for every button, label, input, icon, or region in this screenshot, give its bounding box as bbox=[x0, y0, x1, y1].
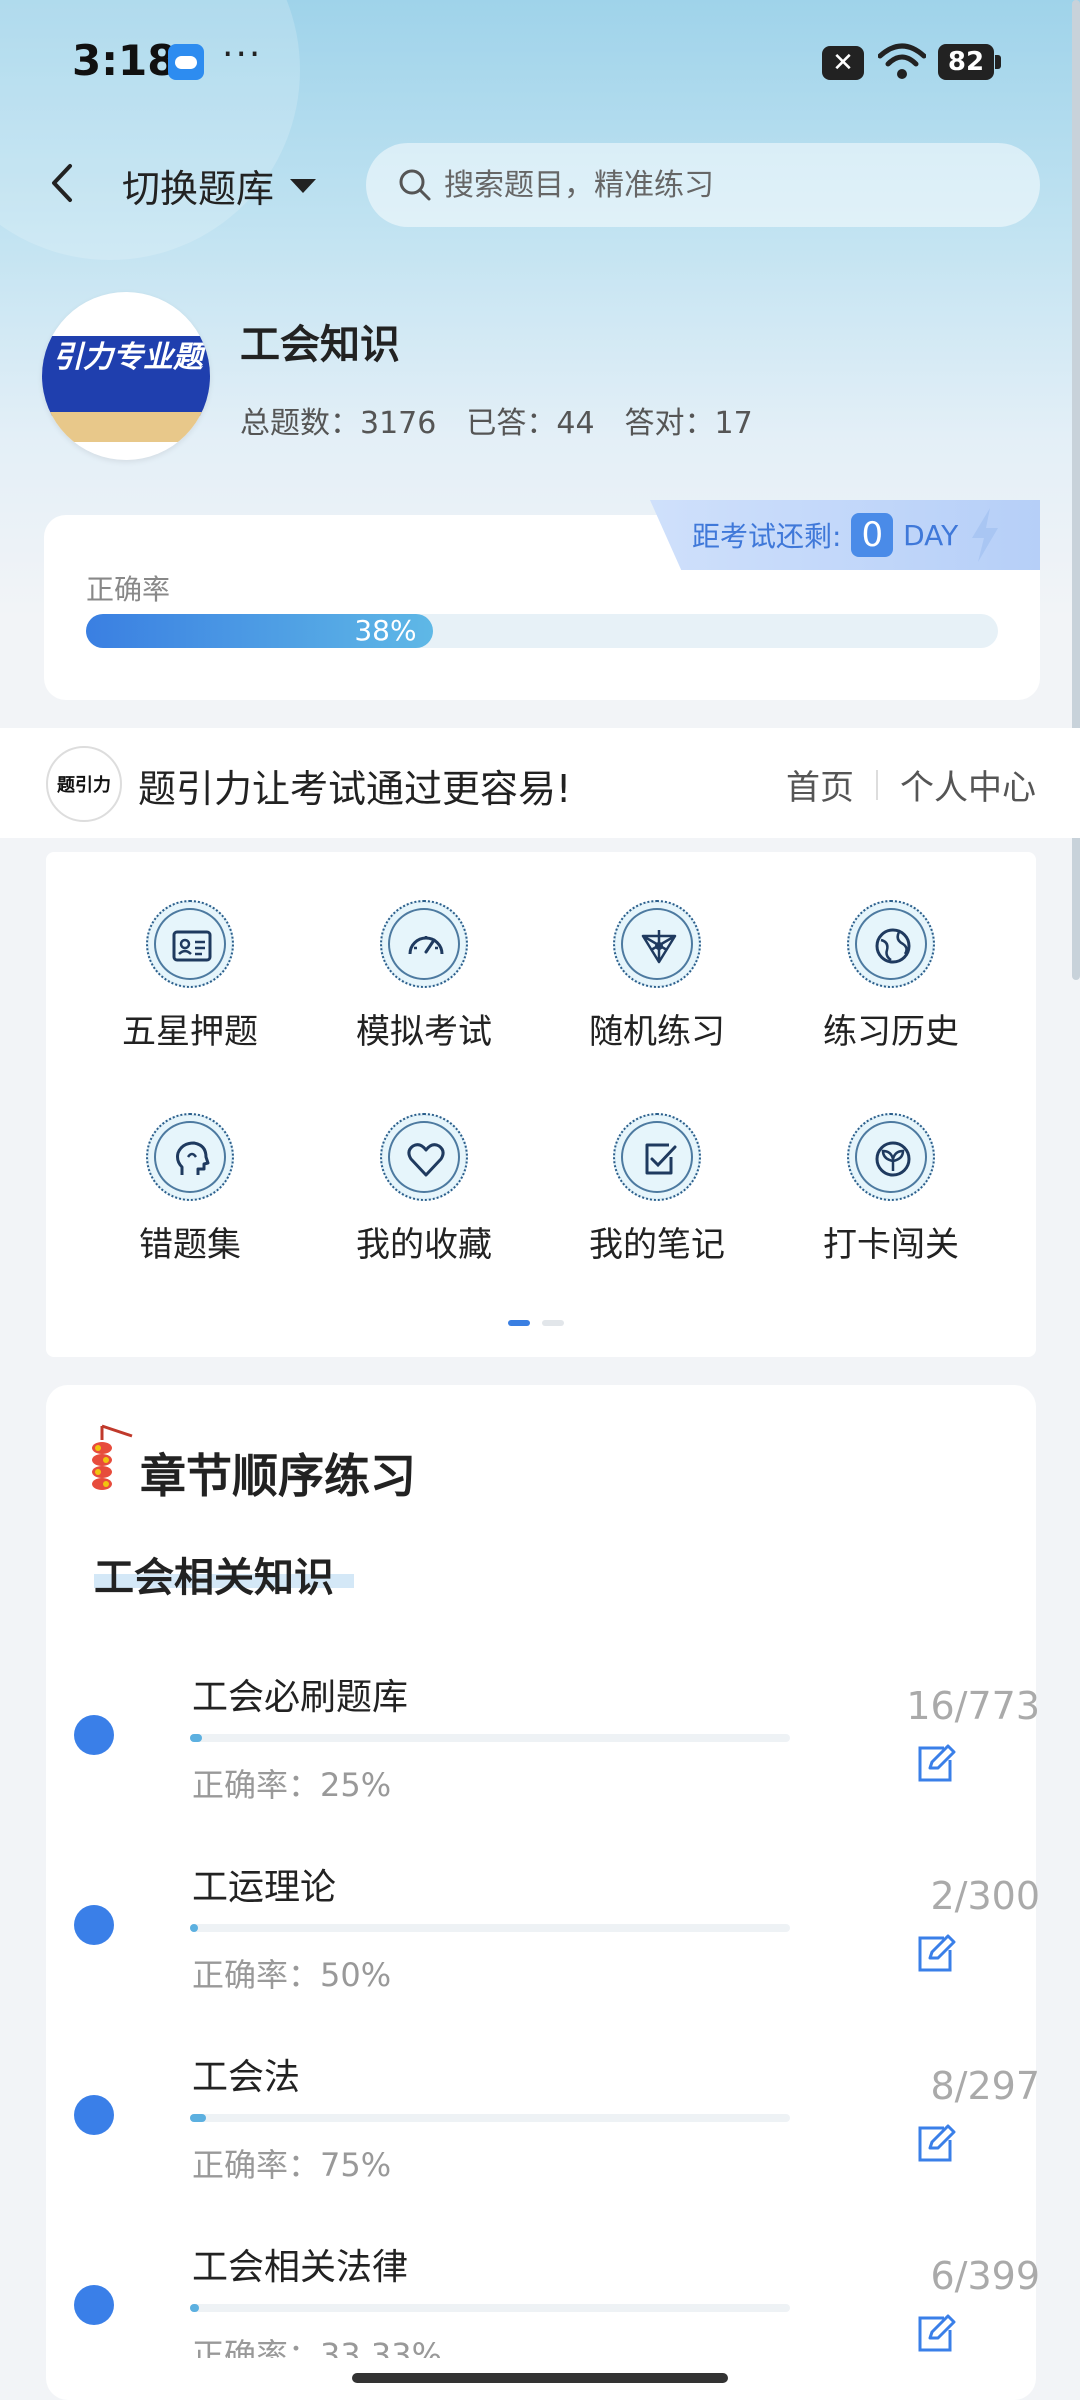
row-progress-track bbox=[190, 1924, 790, 1932]
row-count: 2/300 bbox=[930, 1874, 1040, 1918]
edit-icon[interactable] bbox=[914, 2312, 956, 2354]
profile-link[interactable]: 个人中心 bbox=[900, 760, 1036, 809]
row-bullet bbox=[74, 1905, 114, 1945]
switch-bank-label: 切换题库 bbox=[122, 167, 275, 211]
row-accuracy: 正确率：50% bbox=[192, 1956, 392, 1994]
row-title: 工会相关法律 bbox=[192, 2247, 409, 2288]
row-progress-fill bbox=[190, 1734, 203, 1742]
feature-notes[interactable]: 我的笔记 bbox=[557, 1113, 757, 1266]
page-indicator bbox=[508, 1320, 564, 1326]
row-accuracy: 正确率：75% bbox=[192, 2146, 392, 2184]
weather-icon bbox=[168, 44, 204, 80]
feature-random-practice[interactable]: 随机练习 bbox=[557, 900, 757, 1053]
row-accuracy: 正确率：25% bbox=[192, 1766, 392, 1804]
caret-down-icon bbox=[290, 178, 317, 193]
row-progress-track bbox=[190, 2304, 790, 2312]
promo-text: 题引力让考试通过更容易! bbox=[138, 767, 572, 811]
chapter-title: 章节顺序练习 bbox=[140, 1449, 416, 1503]
divider bbox=[876, 769, 878, 800]
switch-bank-button[interactable]: 切换题库 bbox=[122, 158, 317, 213]
globe-icon bbox=[875, 928, 911, 964]
row-title: 工会必刷题库 bbox=[192, 1677, 409, 1718]
answered-count: 已答：44 bbox=[466, 406, 595, 441]
promo-links: 首页 个人中心 bbox=[786, 760, 1036, 809]
feature-wrong-questions[interactable]: 错题集 bbox=[90, 1113, 290, 1266]
correct-count: 答对：17 bbox=[624, 406, 753, 441]
logo-text: 引力专业题 bbox=[53, 340, 203, 375]
back-arrow-icon[interactable] bbox=[40, 158, 90, 208]
feature-label: 模拟考试 bbox=[356, 1012, 492, 1052]
note-check-icon bbox=[645, 1143, 677, 1175]
section-title: 工会相关知识 bbox=[94, 1555, 334, 1601]
feature-favorites[interactable]: 我的收藏 bbox=[324, 1113, 524, 1266]
app-logo: 题引力 bbox=[46, 746, 122, 822]
promo-banner: 题引力 题引力让考试通过更容易! 首页 个人中心 bbox=[0, 728, 1080, 838]
network-icon bbox=[641, 930, 677, 964]
exam-countdown: 距考试还剩: 0 DAY bbox=[650, 500, 1040, 570]
page-dot bbox=[542, 1320, 564, 1326]
row-count: 16/773 bbox=[906, 1684, 1040, 1728]
close-notification-icon: ✕ bbox=[822, 46, 864, 80]
edit-icon[interactable] bbox=[914, 1932, 956, 1974]
leaf-icon bbox=[875, 1141, 911, 1177]
accuracy-bar: 38% bbox=[86, 614, 433, 648]
question-bank-logo: 引力专业题 bbox=[42, 292, 210, 460]
wifi-icon bbox=[878, 43, 926, 79]
heart-icon bbox=[407, 1143, 445, 1177]
home-indicator[interactable] bbox=[352, 2373, 728, 2383]
countdown-unit: DAY bbox=[903, 518, 959, 552]
edit-icon[interactable] bbox=[914, 2122, 956, 2164]
total-questions: 总题数：3176 bbox=[240, 406, 437, 441]
speedometer-icon bbox=[408, 936, 444, 955]
feature-label: 五星押题 bbox=[122, 1012, 258, 1052]
row-title: 工会法 bbox=[192, 2057, 301, 2098]
search-input[interactable] bbox=[444, 167, 1004, 203]
row-count: 8/297 bbox=[930, 2064, 1040, 2108]
feature-label: 练习历史 bbox=[823, 1012, 959, 1052]
row-bullet bbox=[74, 2285, 114, 2325]
feature-label: 我的笔记 bbox=[589, 1225, 725, 1265]
countdown-prefix: 距考试还剩: bbox=[692, 520, 842, 553]
status-bar: 3:18 ··· ✕ 82 bbox=[0, 0, 1080, 125]
id-card-icon bbox=[172, 930, 212, 962]
row-accuracy: 正确率：33.33% bbox=[192, 2336, 443, 2358]
firecracker-icon bbox=[92, 1424, 133, 1490]
feature-history[interactable]: 练习历史 bbox=[791, 900, 991, 1053]
row-progress-track bbox=[190, 1734, 790, 1742]
page-dot-active bbox=[508, 1320, 530, 1326]
feature-label: 随机练习 bbox=[589, 1012, 725, 1052]
accuracy-label: 正确率 bbox=[86, 573, 171, 606]
row-bullet bbox=[74, 2095, 114, 2135]
head-icon bbox=[176, 1141, 210, 1175]
row-bullet bbox=[74, 1715, 114, 1755]
battery-icon: 82 bbox=[938, 44, 1001, 80]
search-icon bbox=[399, 169, 431, 201]
row-progress-fill bbox=[190, 1924, 198, 1932]
feature-label: 打卡闯关 bbox=[823, 1225, 959, 1265]
lightning-icon bbox=[972, 508, 999, 562]
bank-title: 工会知识 bbox=[240, 322, 400, 368]
home-link[interactable]: 首页 bbox=[786, 760, 854, 809]
feature-five-star[interactable]: 五星押题 bbox=[90, 900, 290, 1053]
search-bar[interactable] bbox=[366, 143, 1040, 227]
countdown-days: 0 bbox=[851, 513, 894, 557]
row-count: 6/399 bbox=[930, 2254, 1040, 2298]
more-notifications-icon: ··· bbox=[222, 34, 263, 75]
row-title: 工运理论 bbox=[192, 1867, 337, 1908]
feature-check-in[interactable]: 打卡闯关 bbox=[791, 1113, 991, 1266]
row-progress-track bbox=[190, 2114, 790, 2122]
clock: 3:18 bbox=[72, 36, 177, 85]
feature-label: 错题集 bbox=[139, 1225, 241, 1265]
feature-mock-exam[interactable]: 模拟考试 bbox=[324, 900, 524, 1053]
feature-label: 我的收藏 bbox=[356, 1225, 492, 1265]
bank-stats: 总题数：3176 已答：44 答对：17 bbox=[240, 398, 753, 442]
row-progress-fill bbox=[190, 2114, 207, 2122]
row-progress-fill bbox=[190, 2304, 199, 2312]
edit-icon[interactable] bbox=[914, 1742, 956, 1784]
